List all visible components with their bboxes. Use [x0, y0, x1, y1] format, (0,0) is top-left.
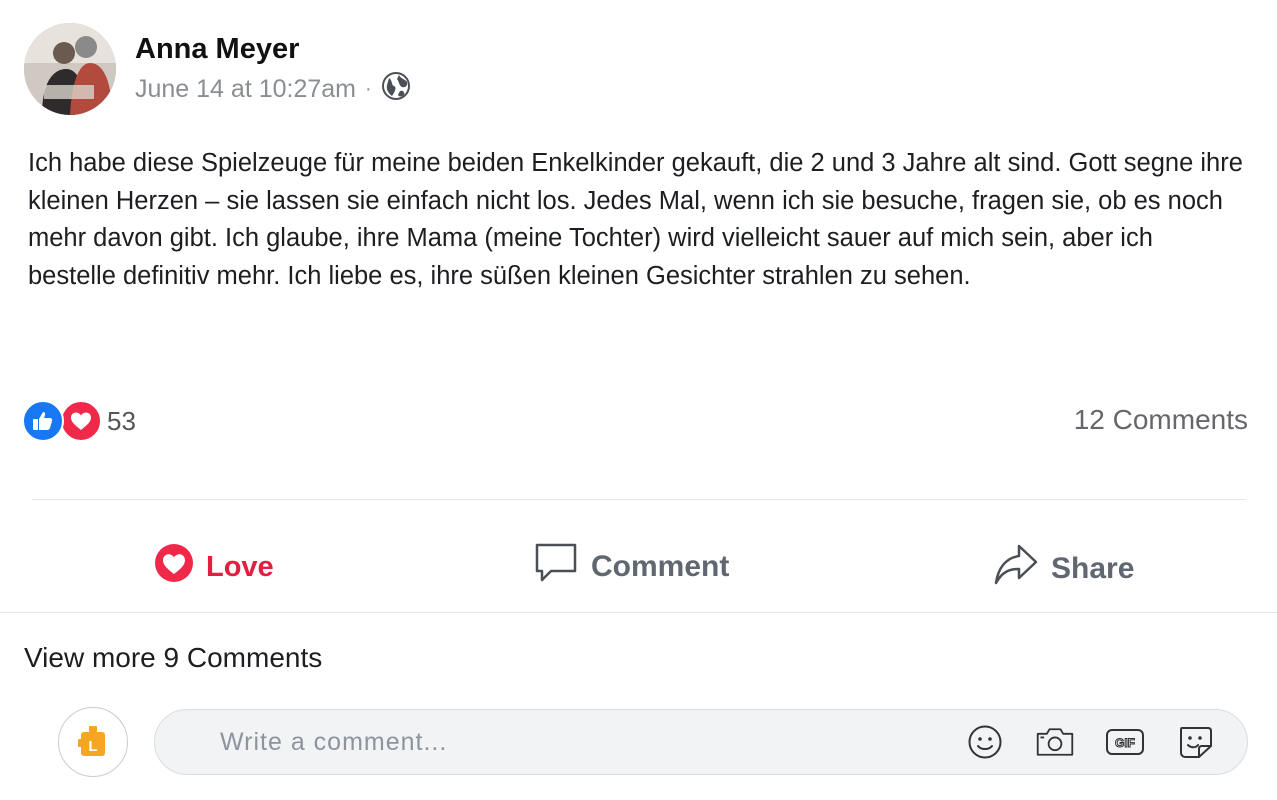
share-button[interactable]: Share	[993, 542, 1134, 596]
current-user-avatar[interactable]: L	[58, 707, 128, 777]
author-avatar[interactable]	[24, 23, 116, 115]
like-icon	[22, 400, 64, 442]
speech-bubble-icon	[533, 540, 579, 594]
post-timestamp[interactable]: June 14 at 10:27am	[135, 75, 356, 104]
camera-icon[interactable]	[1035, 725, 1075, 759]
sticker-icon[interactable]	[1175, 725, 1215, 759]
gif-icon[interactable]: GIF	[1105, 725, 1145, 759]
post-body: Ich habe diese Spielzeuge für meine beid…	[28, 149, 1243, 290]
comment-composer: GIF	[154, 709, 1248, 775]
svg-text:GIF: GIF	[1115, 736, 1135, 750]
heart-icon	[60, 400, 102, 442]
comment-button[interactable]: Comment	[533, 540, 729, 594]
love-label: Love	[206, 550, 274, 583]
reactions-summary[interactable]: 53	[22, 399, 136, 443]
author-name[interactable]: Anna Meyer	[135, 33, 299, 66]
share-label: Share	[1051, 552, 1135, 585]
meta-separator: ·	[365, 78, 372, 100]
post-meta: June 14 at 10:27am ·	[135, 71, 411, 108]
svg-text:L: L	[88, 738, 97, 755]
share-arrow-icon	[993, 542, 1039, 596]
divider	[32, 499, 1246, 500]
composer-icons: GIF	[965, 725, 1215, 759]
emoji-icon[interactable]	[965, 725, 1005, 759]
globe-icon[interactable]	[381, 71, 411, 108]
comment-input[interactable]	[220, 727, 940, 757]
comments-count-link[interactable]: 12 Comments	[1074, 404, 1248, 436]
heart-icon	[154, 543, 194, 591]
divider	[0, 612, 1277, 613]
view-more-comments-link[interactable]: View more 9 Comments	[24, 642, 322, 674]
comment-label: Comment	[591, 550, 730, 583]
reaction-count: 53	[107, 405, 136, 436]
love-button[interactable]: Love	[154, 543, 274, 591]
